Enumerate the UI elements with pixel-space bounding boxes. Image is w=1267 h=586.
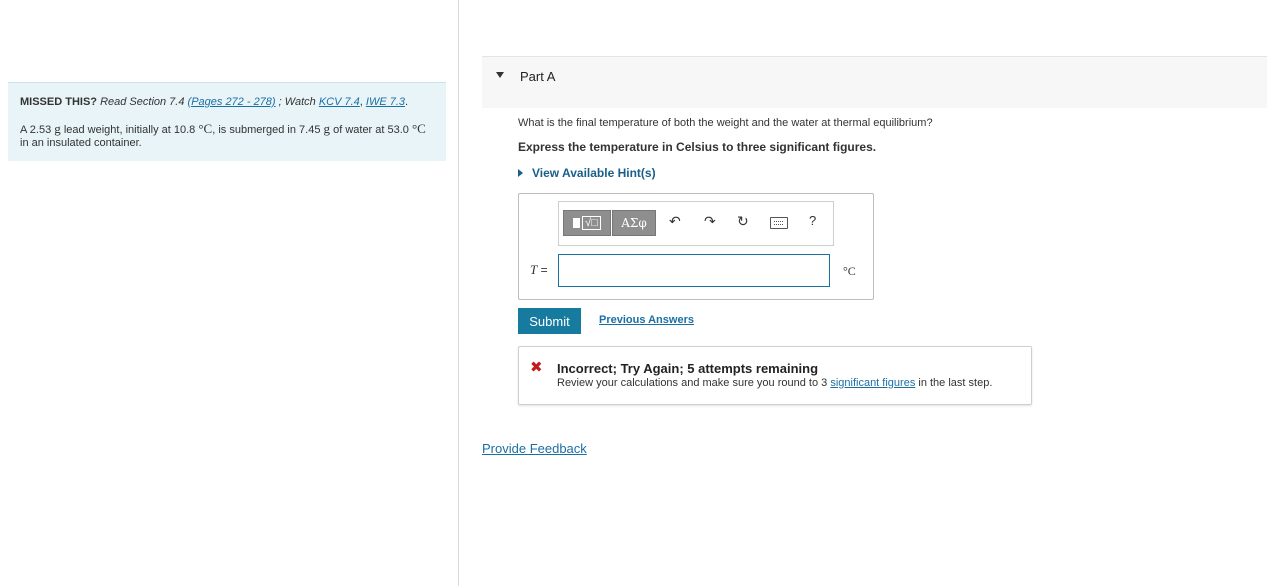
symbols-button[interactable]: ΑΣφ (612, 210, 656, 236)
iwe-link[interactable]: IWE 7.3 (366, 96, 405, 108)
unit-grams-1: g (54, 121, 61, 136)
unit-celsius-2: °C (411, 121, 426, 136)
submit-button[interactable]: Submit (518, 308, 581, 334)
watch-text: ; Watch (278, 96, 316, 108)
significant-figures-link[interactable]: significant figures (830, 377, 915, 389)
unit-grams-2: g (323, 121, 331, 136)
equals-sign: = (540, 263, 548, 277)
link-period: . (405, 96, 409, 108)
feedback-title: Incorrect; Try Again; 5 attempts remaini… (557, 361, 819, 376)
incorrect-icon: ✖ (530, 359, 543, 376)
expand-caret-icon (518, 169, 523, 177)
missed-this-line: MISSED THIS? Read Section 7.4 (Pages 272… (20, 96, 408, 108)
answer-box: √□ ΑΣφ ↶ ↷ ↻ ? T = °C (518, 193, 874, 300)
part-title: Part A (520, 69, 556, 84)
help-button[interactable]: ? (809, 213, 816, 228)
read-section-text: Read Section 7.4 (100, 96, 185, 108)
reset-icon[interactable]: ↻ (737, 213, 749, 230)
provide-feedback-link[interactable]: Provide Feedback (482, 441, 587, 456)
pages-link[interactable]: (Pages 272 - 278) (188, 96, 276, 108)
root-template-icon: √□ (582, 216, 601, 230)
redo-icon[interactable]: ↷ (704, 213, 716, 230)
keyboard-icon[interactable] (770, 217, 788, 229)
feedback-message: Review your calculations and make sure y… (557, 377, 992, 389)
panel-divider (458, 0, 459, 586)
link-separator: , (359, 96, 363, 108)
collapse-caret-icon[interactable] (496, 72, 504, 78)
problem-text-1: A 2.53 (20, 124, 52, 136)
undo-icon[interactable]: ↶ (669, 213, 681, 230)
problem-panel: MISSED THIS? Read Section 7.4 (Pages 272… (8, 82, 446, 161)
variable-label: T = (530, 262, 548, 278)
answer-input[interactable] (558, 254, 830, 287)
problem-text-4: of water at 53.0 (333, 124, 409, 136)
feedback-msg-after: in the last step. (915, 377, 993, 389)
math-toolbar: √□ ΑΣφ ↶ ↷ ↻ ? (558, 201, 834, 246)
question-text: What is the final temperature of both th… (518, 117, 933, 129)
problem-text-5: in an insulated container. (20, 137, 142, 149)
variable-symbol: T (530, 262, 538, 277)
unit-celsius-1: °C (198, 121, 213, 136)
instruction-text: Express the temperature in Celsius to th… (518, 140, 877, 154)
template-square-icon (573, 218, 581, 228)
answer-unit: °C (843, 264, 856, 278)
feedback-box: ✖ Incorrect; Try Again; 5 attempts remai… (518, 346, 1032, 405)
previous-answers-link[interactable]: Previous Answers (599, 314, 694, 326)
kcv-link[interactable]: KCV 7.4 (319, 96, 360, 108)
missed-this-label: MISSED THIS? (20, 96, 98, 108)
problem-statement: A 2.53 g lead weight, initially at 10.8 … (20, 122, 430, 150)
part-a-header[interactable]: Part A (482, 56, 1267, 108)
view-hints-toggle[interactable]: View Available Hint(s) (518, 166, 656, 180)
templates-button[interactable]: √□ (563, 210, 611, 236)
view-hints-label: View Available Hint(s) (532, 166, 656, 180)
problem-text-2: lead weight, initially at 10.8 (63, 124, 196, 136)
feedback-msg-before: Review your calculations and make sure y… (557, 377, 831, 389)
problem-text-3: , is submerged in 7.45 (212, 124, 321, 136)
